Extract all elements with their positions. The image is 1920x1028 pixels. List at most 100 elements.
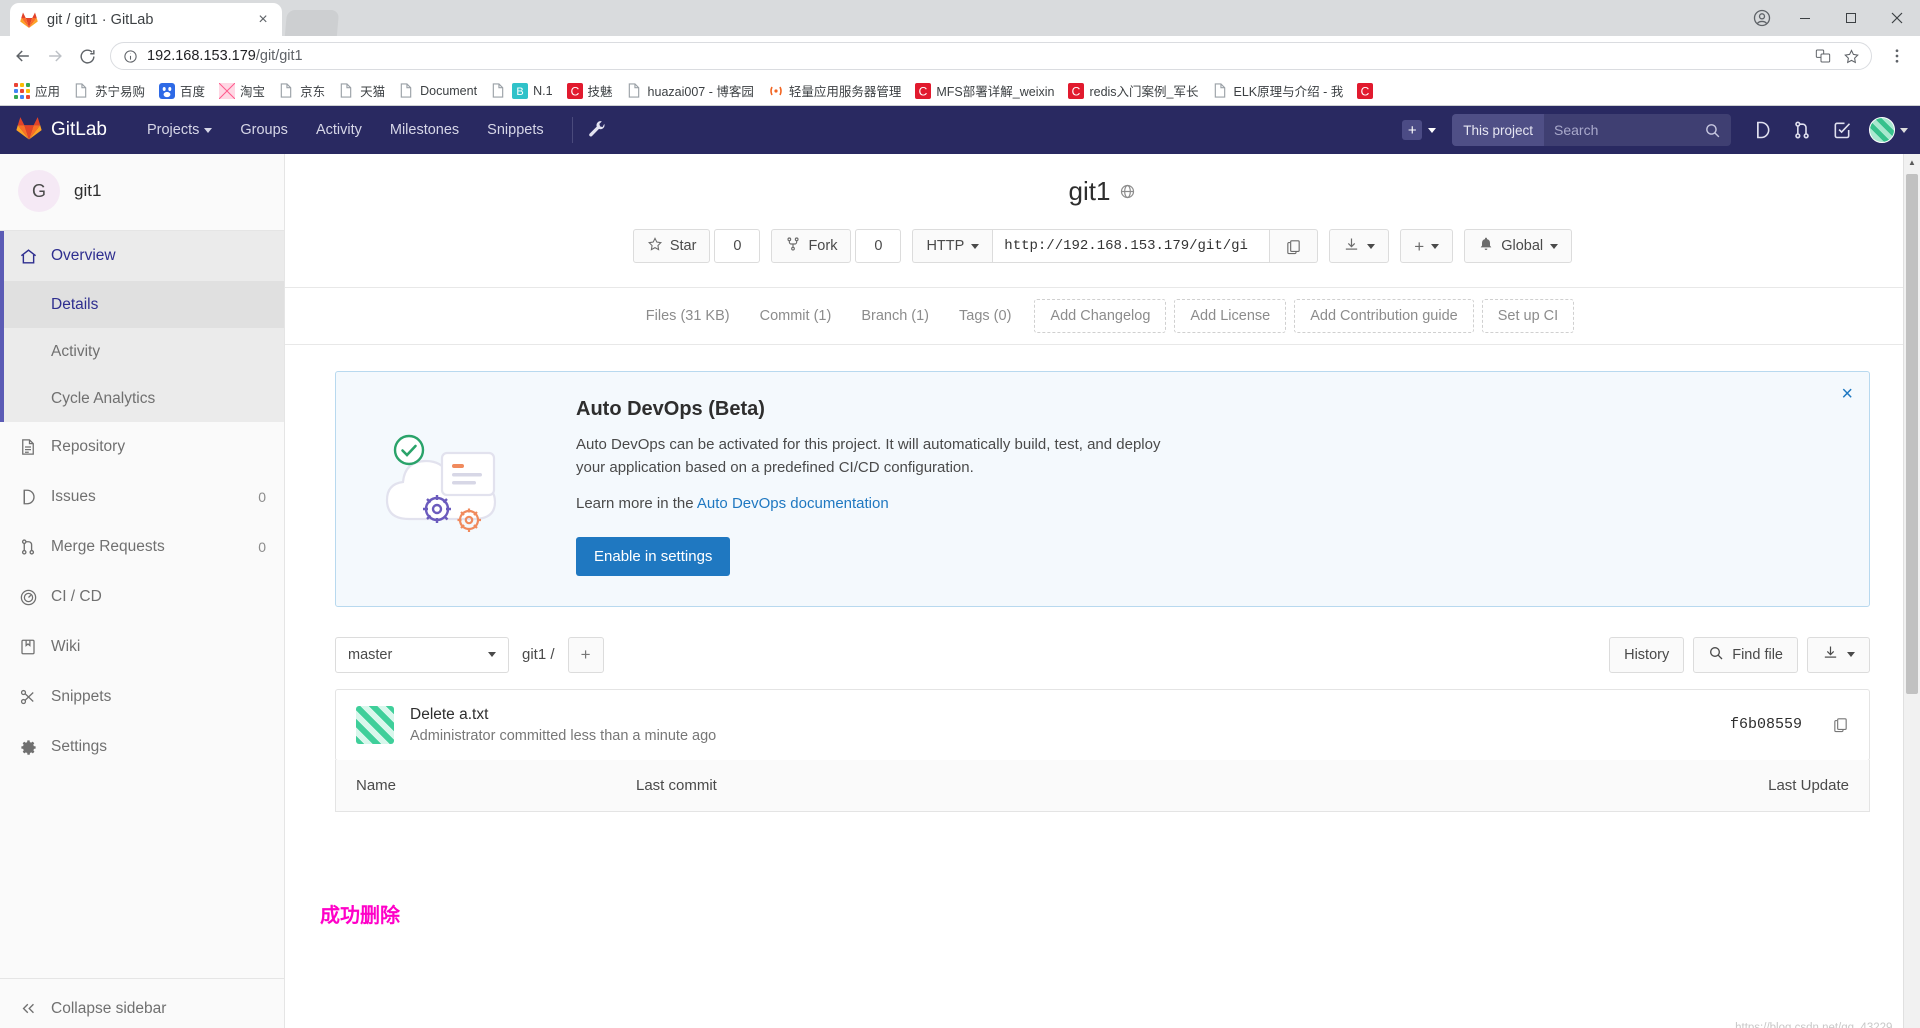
bookmark-item-jd[interactable]: 京东 — [273, 79, 331, 102]
svg-text:B: B — [516, 86, 523, 98]
wrench-icon[interactable] — [587, 120, 607, 140]
bookmark-item-jimei[interactable]: C 技魅 — [561, 79, 619, 102]
site-info-icon[interactable] — [121, 47, 139, 65]
scroll-up-arrow-icon[interactable]: ▲ — [1904, 154, 1920, 171]
window-close-button[interactable] — [1874, 0, 1920, 36]
nav-link-activity[interactable]: Activity — [302, 106, 376, 154]
page-icon — [399, 82, 415, 99]
sidebar-item-issues[interactable]: Issues 0 — [0, 472, 284, 522]
double-chevron-left-icon — [18, 1000, 38, 1017]
bookmark-label: 技魅 — [587, 85, 613, 99]
commit-title[interactable]: Delete a.txt — [410, 706, 1714, 724]
bookmark-item-document[interactable]: Document — [393, 81, 483, 101]
sidebar-item-settings[interactable]: Settings — [0, 722, 284, 772]
nav-link-milestones[interactable]: Milestones — [376, 106, 473, 154]
new-tab-placeholder[interactable] — [284, 10, 340, 36]
clone-protocol-dropdown[interactable]: HTTP — [912, 229, 993, 263]
auto-devops-paragraph: Auto DevOps can be activated for this pr… — [576, 436, 1161, 477]
bookmark-item-n1[interactable]: B N.1 — [485, 81, 558, 101]
bookmark-item-mfs[interactable]: C MFS部署详解_weixin — [909, 79, 1060, 102]
fork-button[interactable]: Fork — [771, 229, 852, 263]
sidebar-item-label: Snippets — [51, 688, 112, 705]
sidebar-item-count: 0 — [258, 539, 266, 555]
auto-devops-documentation-link[interactable]: Auto DevOps documentation — [697, 495, 889, 512]
download-source-button[interactable] — [1807, 636, 1870, 673]
browser-profile-icon[interactable] — [1742, 0, 1782, 36]
bookmark-item-lightapp-server[interactable]: 轻量应用服务器管理 — [762, 79, 908, 102]
user-menu-button[interactable] — [1863, 117, 1908, 143]
fork-count[interactable]: 0 — [855, 229, 902, 263]
browser-tab[interactable]: git / git1 · GitLab × — [10, 3, 282, 36]
bookmark-item-suning[interactable]: 苏宁易购 — [68, 79, 151, 102]
page-scrollbar[interactable]: ▲ — [1903, 154, 1920, 1028]
bookmark-item-redis[interactable]: C redis入门案例_军长 — [1062, 79, 1204, 102]
sidebar-item-snippets[interactable]: Snippets — [0, 672, 284, 722]
scrollbar-thumb[interactable] — [1906, 174, 1918, 694]
stat-tab-commit[interactable]: Commit (1) — [745, 308, 847, 324]
merge-request-icon[interactable] — [1783, 106, 1821, 154]
address-bar[interactable]: 192.168.153.179/git/git1 — [110, 42, 1872, 70]
collapse-sidebar-button[interactable]: Collapse sidebar — [0, 978, 284, 1028]
bookmark-star-icon[interactable] — [1841, 46, 1861, 66]
sidebar-subitem-activity[interactable]: Activity — [0, 328, 284, 375]
back-arrow-icon[interactable] — [8, 41, 38, 71]
project-title-text: git1 — [1068, 176, 1111, 206]
reload-icon[interactable] — [72, 41, 102, 71]
issues-icon[interactable] — [1743, 106, 1781, 154]
bookmark-item-huazai007[interactable]: huazai007 - 博客园 — [621, 79, 760, 102]
bookmark-item-apps[interactable]: 应用 — [8, 79, 66, 102]
sidebar-item-merge-requests[interactable]: Merge Requests 0 — [0, 522, 284, 572]
add-to-tree-button[interactable]: + — [567, 636, 604, 673]
bookmark-item-last[interactable]: C — [1351, 81, 1384, 101]
window-maximize-button[interactable] — [1828, 0, 1874, 36]
new-dropdown-button[interactable]: + — [1394, 116, 1444, 144]
sidebar-item-wiki[interactable]: Wiki — [0, 622, 284, 672]
forward-arrow-icon[interactable] — [40, 41, 70, 71]
search-input[interactable]: Search — [1544, 114, 1704, 146]
add-contribution-guide-button[interactable]: Add Contribution guide — [1294, 299, 1474, 333]
sidebar-item-overview[interactable]: Overview — [0, 231, 284, 281]
history-button[interactable]: History — [1609, 636, 1685, 673]
sidebar-item-ci-cd[interactable]: CI / CD — [0, 572, 284, 622]
sidebar-subitem-cycle-analytics[interactable]: Cycle Analytics — [0, 375, 284, 422]
nav-link-groups[interactable]: Groups — [226, 106, 302, 154]
sidebar-subitem-details[interactable]: Details — [0, 281, 284, 328]
close-icon[interactable]: × — [1841, 384, 1853, 404]
find-file-button[interactable]: Find file — [1693, 636, 1798, 673]
search-icon[interactable] — [1704, 122, 1731, 139]
copy-sha-button[interactable] — [1832, 716, 1849, 733]
sidebar-project-header[interactable]: G git1 — [0, 154, 284, 231]
commit-sha[interactable]: f6b08559 — [1730, 716, 1802, 733]
chrome-menu-icon[interactable] — [1882, 41, 1912, 71]
star-button[interactable]: Star — [632, 229, 711, 263]
notification-dropdown-button[interactable]: Global — [1464, 229, 1573, 263]
search-scope-label[interactable]: This project — [1452, 114, 1544, 146]
bookmark-item-baidu[interactable]: 百度 — [153, 79, 211, 102]
bookmark-item-taobao[interactable]: 淘宝 — [213, 79, 271, 102]
add-dropdown-button[interactable]: + — [1400, 229, 1454, 263]
bookmark-item-elk[interactable]: ELK原理与介绍 - 我 — [1207, 79, 1350, 102]
stat-tab-tags[interactable]: Tags (0) — [944, 308, 1026, 324]
stat-tab-files[interactable]: Files (31 KB) — [631, 308, 745, 324]
sidebar-item-repository[interactable]: Repository — [0, 422, 284, 472]
enable-in-settings-button[interactable]: Enable in settings — [576, 536, 731, 576]
stat-tab-branch[interactable]: Branch (1) — [846, 308, 944, 324]
add-changelog-button[interactable]: Add Changelog — [1034, 299, 1167, 333]
translate-icon[interactable] — [1813, 46, 1833, 66]
nav-link-snippets[interactable]: Snippets — [473, 106, 557, 154]
bookmark-item-tmall[interactable]: 天猫 — [333, 79, 391, 102]
window-minimize-button[interactable] — [1782, 0, 1828, 36]
nav-link-projects[interactable]: Projects — [133, 106, 226, 154]
todo-check-icon[interactable] — [1823, 106, 1861, 154]
search-box[interactable]: This project Search — [1452, 114, 1731, 146]
copy-url-button[interactable] — [1270, 229, 1319, 263]
tab-close-icon[interactable]: × — [254, 11, 272, 29]
download-dropdown-button[interactable] — [1329, 229, 1390, 263]
breadcrumb-project[interactable]: git1 — [522, 646, 546, 663]
add-license-button[interactable]: Add License — [1174, 299, 1287, 333]
set-up-ci-button[interactable]: Set up CI — [1481, 299, 1575, 333]
branch-select[interactable]: master — [335, 636, 509, 673]
star-count[interactable]: 0 — [714, 229, 761, 263]
gitlab-logo-link[interactable]: GitLab — [16, 115, 107, 146]
clone-url-input[interactable]: http://192.168.153.179/git/gi — [992, 229, 1271, 263]
